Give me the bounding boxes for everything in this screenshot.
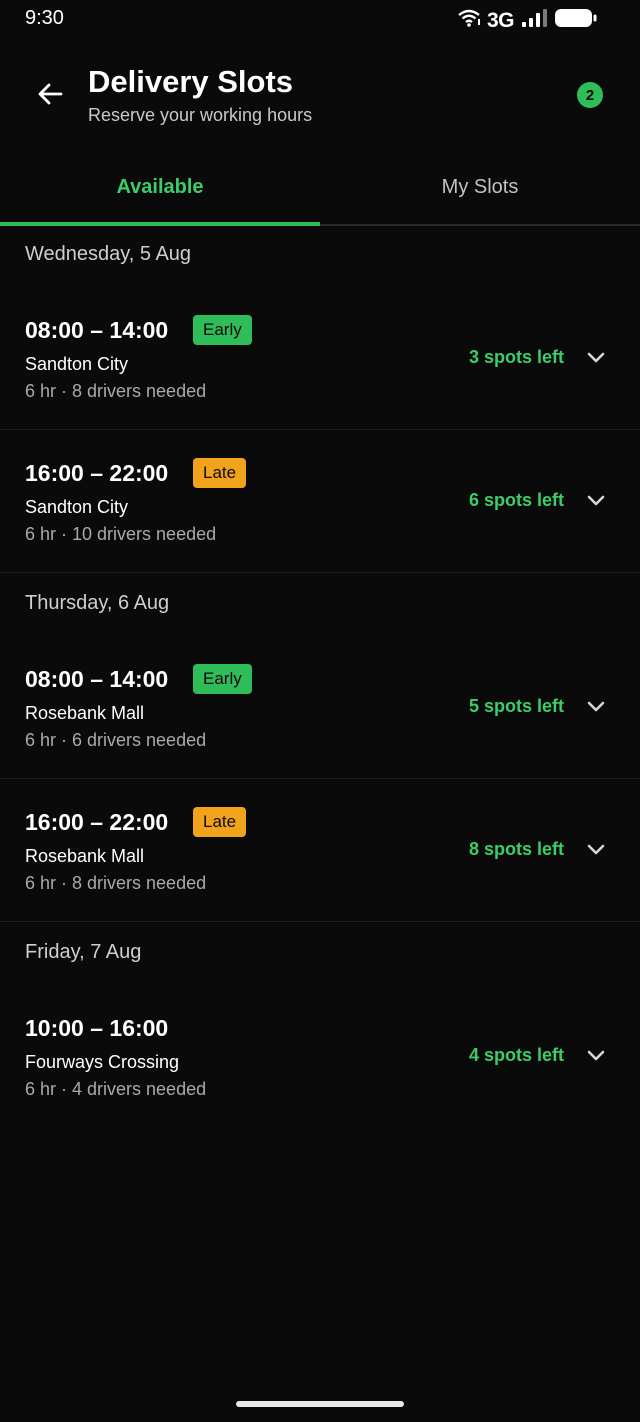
page-title: Delivery Slots — [88, 64, 294, 99]
spots-left: 8 spots left — [468, 839, 564, 859]
page-subtitle: Reserve your working hours — [88, 105, 313, 125]
slot-row[interactable]: 10:00 – 16:00 Fourways Crossing 6 hr · 4… — [0, 988, 640, 1127]
slot-location: Rosebank Mall — [25, 846, 145, 866]
tab-my-slots[interactable]: My Slots — [320, 150, 640, 224]
slot-time: 08:00 – 14:00 — [25, 666, 169, 692]
tab-bar: Available My Slots — [0, 150, 640, 226]
status-bar: 9:30 3G — [0, 0, 640, 40]
divider — [0, 921, 640, 922]
chevron-down-icon[interactable] — [584, 837, 608, 861]
slot-tag-late: Late — [193, 807, 247, 837]
active-tab-indicator — [0, 222, 320, 226]
slot-time: 10:00 – 16:00 — [25, 1015, 169, 1041]
spots-left: 4 spots left — [468, 1045, 564, 1065]
spots-left: 6 spots left — [468, 490, 564, 510]
chevron-down-icon[interactable] — [584, 1043, 608, 1067]
tab-my-slots-label: My Slots — [441, 175, 519, 198]
slot-time: 16:00 – 22:00 — [25, 460, 169, 486]
slot-tag-early: Early — [193, 315, 252, 345]
slot-tag-early: Early — [193, 664, 252, 694]
day-header: Thursday, 6 Aug — [25, 592, 170, 614]
slot-row[interactable]: 16:00 – 22:00 Late Sandton City 6 hr · 1… — [0, 433, 640, 572]
slot-meta: 6 hr · 6 drivers needed — [25, 730, 207, 750]
battery-icon — [554, 7, 598, 34]
day-header: Friday, 7 Aug — [25, 941, 142, 963]
slot-meta: 6 hr · 8 drivers needed — [25, 873, 207, 893]
chevron-down-icon[interactable] — [584, 488, 608, 512]
slot-meta: 6 hr · 10 drivers needed — [25, 524, 217, 544]
status-time: 9:30 — [25, 7, 64, 29]
slot-location: Sandton City — [25, 497, 129, 517]
slot-time: 08:00 – 14:00 — [25, 317, 169, 343]
home-indicator[interactable] — [236, 1401, 404, 1407]
wifi-icon — [457, 8, 481, 33]
day-header: Wednesday, 5 Aug — [25, 243, 192, 265]
slot-meta: 6 hr · 8 drivers needed — [25, 381, 207, 401]
spots-left: 5 spots left — [468, 696, 564, 716]
slot-row[interactable]: 08:00 – 14:00 Early Sandton City 6 hr · … — [0, 290, 640, 429]
tab-available-label: Available — [116, 175, 204, 198]
slot-row[interactable]: 08:00 – 14:00 Early Rosebank Mall 6 hr ·… — [0, 639, 640, 778]
divider — [0, 429, 640, 430]
back-button[interactable] — [32, 76, 68, 112]
slot-location: Fourways Crossing — [25, 1052, 180, 1072]
divider — [0, 572, 640, 573]
tab-available[interactable]: Available — [0, 150, 320, 224]
notification-badge[interactable]: 2 — [577, 82, 603, 108]
slot-tag-late: Late — [193, 458, 247, 488]
divider — [0, 778, 640, 779]
chevron-down-icon[interactable] — [584, 345, 608, 369]
network-type-label: 3G — [486, 8, 515, 32]
signal-icon — [520, 8, 548, 33]
slot-meta: 6 hr · 4 drivers needed — [25, 1079, 207, 1099]
spots-left: 3 spots left — [468, 347, 564, 367]
app-header: Delivery Slots Reserve your working hour… — [0, 50, 640, 150]
status-icons: 3G — [457, 7, 598, 34]
slot-time: 16:00 – 22:00 — [25, 809, 169, 835]
arrow-left-icon — [38, 83, 63, 105]
slot-location: Rosebank Mall — [25, 703, 145, 723]
chevron-down-icon[interactable] — [584, 694, 608, 718]
slot-row[interactable]: 16:00 – 22:00 Late Rosebank Mall 6 hr · … — [0, 782, 640, 921]
slot-location: Sandton City — [25, 354, 129, 374]
